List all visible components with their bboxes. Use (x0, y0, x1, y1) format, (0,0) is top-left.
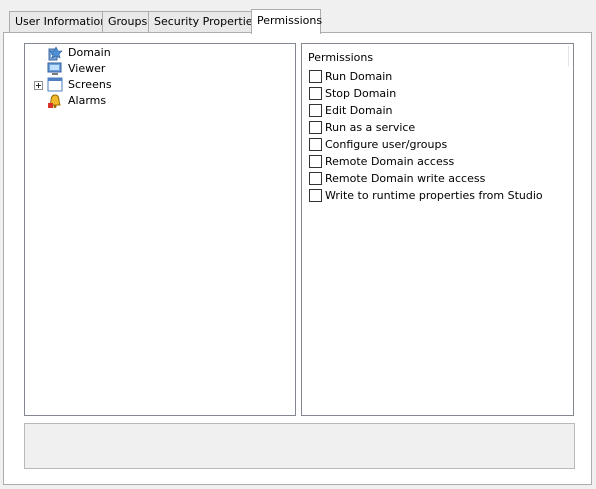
checkbox[interactable] (309, 70, 322, 83)
tab-label: User Information (15, 15, 108, 28)
tab-label: Security Properties (154, 15, 259, 28)
expand-icon[interactable] (34, 81, 43, 90)
screens-icon (47, 77, 63, 93)
checkbox[interactable] (309, 155, 322, 168)
permission-label: Remote Domain access (325, 155, 455, 168)
permission-label: Write to runtime properties from Studio (325, 189, 543, 202)
tab-label: Groups (108, 15, 148, 28)
permission-label: Stop Domain (325, 87, 397, 100)
checkbox[interactable] (309, 87, 322, 100)
tab-permissions[interactable]: Permissions (251, 9, 323, 34)
object-tree: Domain Viewer Screens Alarms (24, 43, 296, 416)
tab-user-information[interactable]: User Information (9, 11, 107, 32)
tree-item-label: Screens (68, 78, 112, 91)
tree-item-label: Domain (68, 46, 111, 59)
permission-label: Edit Domain (325, 104, 393, 117)
tab-security-properties[interactable]: Security Properties (148, 11, 258, 32)
permissions-panel: Domain Viewer Screens Alarms Permissions… (3, 32, 592, 485)
permission-label: Remote Domain write access (325, 172, 486, 185)
scrollbar-edge (568, 46, 569, 66)
checkbox[interactable] (309, 104, 322, 117)
viewer-icon (47, 61, 63, 77)
permission-label: Configure user/groups (325, 138, 448, 151)
tree-item-label: Alarms (68, 94, 107, 107)
permission-label: Run as a service (325, 121, 416, 134)
tab-label: Permissions (257, 14, 323, 27)
permission-label: Run Domain (325, 70, 393, 83)
checkbox[interactable] (309, 121, 322, 134)
checkbox[interactable] (309, 189, 322, 202)
tab-strip: User Information Groups Security Propert… (0, 0, 596, 34)
tab-groups[interactable]: Groups (102, 11, 149, 32)
checkbox[interactable] (309, 172, 322, 185)
checkbox[interactable] (309, 138, 322, 151)
description-area (24, 423, 575, 469)
permissions-list-box: Permissions Run Domain Stop Domain Edit … (301, 43, 574, 416)
domain-icon (47, 45, 63, 61)
permissions-heading: Permissions (308, 51, 374, 64)
tree-item-label: Viewer (68, 62, 106, 75)
alarms-icon (47, 93, 63, 109)
